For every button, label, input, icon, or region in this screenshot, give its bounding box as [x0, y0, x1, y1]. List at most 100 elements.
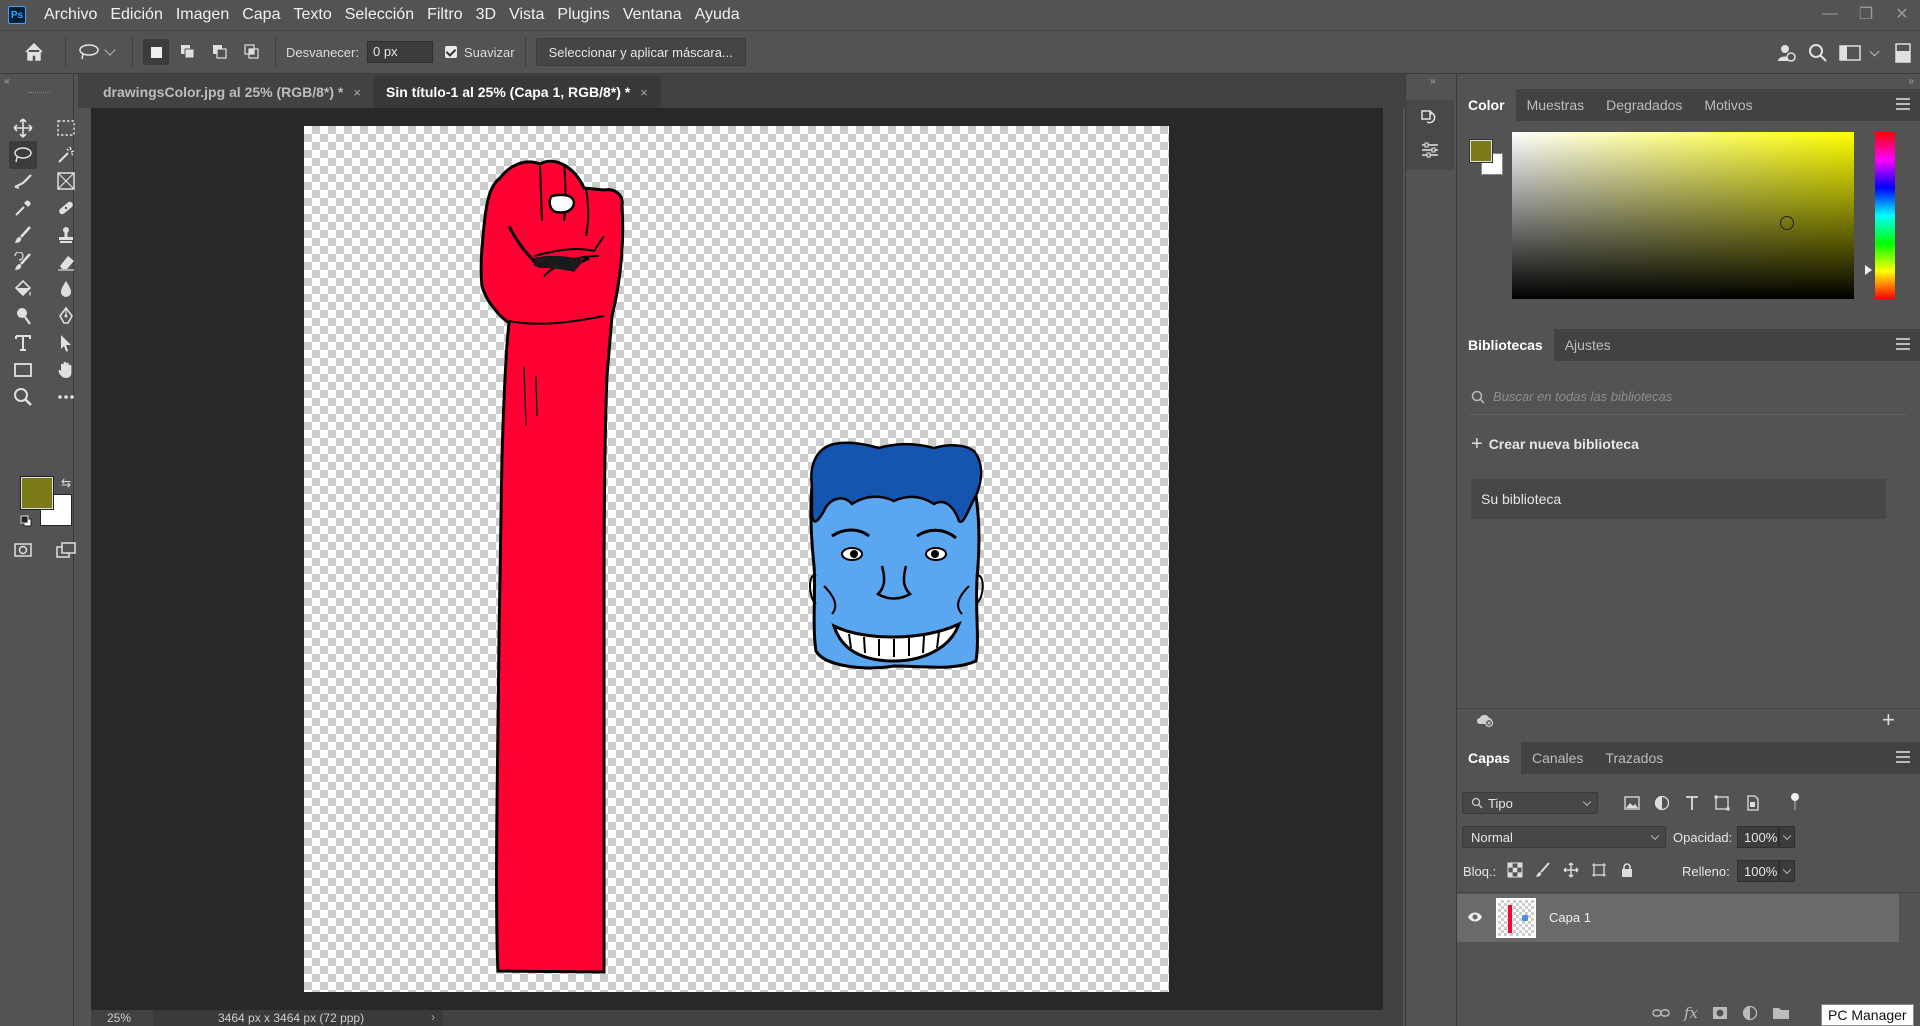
image-filter-icon[interactable]	[1623, 794, 1641, 812]
zoom-level[interactable]: 25%	[107, 1011, 131, 1025]
dodge-tool-icon[interactable]	[9, 302, 37, 330]
panel-menu-icon[interactable]	[1896, 751, 1910, 763]
subtract-selection-icon[interactable]	[207, 39, 233, 65]
tab-ajustes[interactable]: Ajustes	[1554, 329, 1622, 361]
lock-artboard-icon[interactable]	[1591, 862, 1607, 878]
workspace-icon[interactable]	[1837, 40, 1863, 66]
tab-muestras[interactable]: Muestras	[1516, 89, 1596, 121]
panel-menu-icon[interactable]	[1896, 338, 1910, 350]
menu-edicion[interactable]: Edición	[110, 6, 162, 24]
opacity-input[interactable]: 100%	[1737, 826, 1779, 848]
panels-icon[interactable]	[1890, 40, 1916, 66]
history-brush-tool-icon[interactable]	[9, 248, 37, 276]
layer-name[interactable]: Capa 1	[1549, 910, 1591, 925]
add-selection-icon[interactable]	[175, 39, 201, 65]
menu-filtro[interactable]: Filtro	[427, 6, 463, 24]
zoom-tool-icon[interactable]	[9, 383, 37, 411]
chevron-down-icon[interactable]	[1869, 46, 1880, 56]
stamp-tool-icon[interactable]	[52, 221, 80, 249]
fill-input[interactable]: 100%	[1737, 860, 1779, 882]
menu-seleccion[interactable]: Selección	[345, 6, 414, 24]
hue-slider-handle[interactable]	[1865, 265, 1872, 275]
link-layers-icon[interactable]	[1652, 1007, 1670, 1019]
pen-tool-icon[interactable]	[52, 302, 80, 330]
eraser-tool-icon[interactable]	[52, 248, 80, 276]
tab-capas[interactable]: Capas	[1457, 742, 1522, 774]
restore-icon[interactable]: ❐	[1848, 0, 1884, 28]
create-library-button[interactable]: + Crear nueva biblioteca	[1471, 434, 1639, 454]
collapse-icon[interactable]: »	[1908, 76, 1914, 87]
blur-tool-icon[interactable]	[52, 275, 80, 303]
foreground-color-swatch[interactable]	[21, 477, 53, 509]
add-library-item-icon[interactable]: +	[1882, 709, 1895, 731]
type-tool-icon[interactable]	[9, 329, 37, 357]
tab-bibliotecas[interactable]: Bibliotecas	[1457, 329, 1554, 361]
cloud-sync-icon[interactable]	[1475, 712, 1495, 731]
crop-brush-tool-icon[interactable]	[9, 167, 37, 195]
screen-mode-icon[interactable]	[52, 536, 80, 564]
photoshop-logo[interactable]: Ps	[8, 6, 26, 24]
tab-drawingscolor[interactable]: drawingsColor.jpg al 25% (RGB/8*) * ×	[91, 76, 374, 108]
chevron-down-icon[interactable]	[104, 44, 116, 56]
blend-mode-dropdown[interactable]: Normal	[1462, 826, 1666, 848]
path-selection-tool-icon[interactable]	[52, 329, 80, 357]
hue-slider[interactable]	[1875, 132, 1895, 299]
lasso-tool-icon[interactable]	[9, 141, 37, 169]
select-and-mask-button[interactable]: Seleccionar y aplicar máscara...	[535, 38, 746, 66]
menu-vista[interactable]: Vista	[509, 6, 544, 24]
swap-colors-icon[interactable]: ⇆	[61, 476, 71, 490]
more-tools-icon[interactable]	[52, 383, 80, 411]
layer-thumbnail[interactable]	[1496, 898, 1536, 938]
tab-degradados[interactable]: Degradados	[1595, 89, 1693, 121]
intersect-selection-icon[interactable]	[239, 39, 265, 65]
tab-trazados[interactable]: Trazados	[1594, 742, 1674, 774]
lasso-preset-icon[interactable]	[76, 39, 102, 65]
history-icon[interactable]	[1416, 104, 1444, 132]
adjustment-filter-icon[interactable]	[1653, 794, 1671, 812]
menu-plugins[interactable]: Plugins	[557, 6, 609, 24]
smooth-checkbox[interactable]	[444, 46, 457, 58]
shape-filter-icon[interactable]	[1713, 794, 1731, 812]
color-picker-cursor[interactable]	[1780, 216, 1794, 230]
close-icon[interactable]: ✕	[1884, 0, 1920, 28]
menu-ayuda[interactable]: Ayuda	[695, 6, 740, 24]
menu-texto[interactable]: Texto	[293, 6, 331, 24]
color-field[interactable]	[1512, 132, 1854, 299]
menu-imagen[interactable]: Imagen	[176, 6, 229, 24]
lock-pixels-icon[interactable]	[1535, 862, 1551, 878]
menu-ventana[interactable]: Ventana	[623, 6, 682, 24]
vertical-scrollbar[interactable]	[1383, 108, 1403, 1010]
library-item[interactable]: Su biblioteca	[1471, 479, 1886, 519]
hand-tool-icon[interactable]	[52, 356, 80, 384]
search-icon[interactable]	[1805, 40, 1831, 66]
panel-menu-icon[interactable]	[1896, 98, 1910, 110]
status-arrow-icon[interactable]: ›	[431, 1010, 435, 1024]
move-tool-icon[interactable]	[9, 114, 37, 142]
eyedropper-tool-icon[interactable]	[9, 194, 37, 222]
marquee-tool-icon[interactable]	[52, 114, 80, 142]
tab-sin-titulo[interactable]: Sin título-1 al 25% (Capa 1, RGB/8*) * ×	[373, 76, 661, 108]
new-group-icon[interactable]	[1772, 1006, 1790, 1020]
lock-all-icon[interactable]	[1619, 862, 1635, 878]
layer-filter-dropdown[interactable]: Tipo	[1462, 792, 1598, 814]
feather-input[interactable]: 0 px	[366, 41, 433, 63]
tab-canales[interactable]: Canales	[1521, 742, 1594, 774]
healing-brush-tool-icon[interactable]	[52, 194, 80, 222]
menu-capa[interactable]: Capa	[242, 6, 280, 24]
menu-3d[interactable]: 3D	[476, 6, 496, 24]
lock-position-icon[interactable]	[1563, 862, 1579, 878]
new-selection-icon[interactable]	[143, 39, 169, 65]
home-icon[interactable]	[21, 39, 47, 65]
close-tab-icon[interactable]: ×	[353, 85, 361, 100]
properties-icon[interactable]	[1416, 136, 1444, 164]
rectangle-tool-icon[interactable]	[9, 356, 37, 384]
canvas-workspace[interactable]	[91, 108, 1383, 1010]
opacity-dropdown[interactable]	[1779, 826, 1795, 848]
menu-archivo[interactable]: Archivo	[44, 6, 97, 24]
grip-icon[interactable]	[28, 92, 50, 94]
adjustment-layer-icon[interactable]	[1742, 1005, 1758, 1021]
filter-toggle[interactable]	[1790, 792, 1800, 812]
panel-foreground-swatch[interactable]	[1470, 140, 1492, 162]
collapse-icon[interactable]: «	[4, 76, 10, 87]
layer-style-icon[interactable]: fx	[1684, 1004, 1698, 1022]
